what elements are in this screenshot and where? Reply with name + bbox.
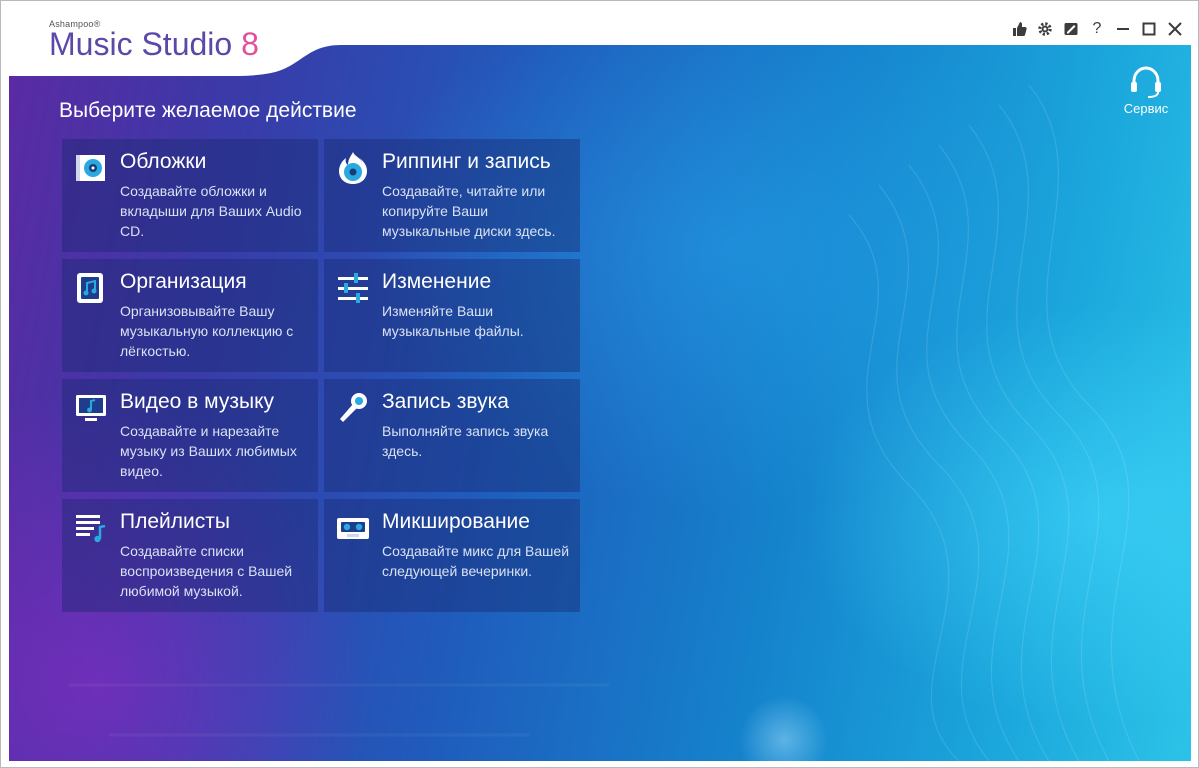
tile-edit[interactable]: Изменение Изменяйте Ваши музыкальные фай… [324,259,580,372]
app-logo: Ashampoo® Music Studio 8 [49,19,259,62]
service-button[interactable]: Сервис [1116,65,1176,116]
tile-title: Микширование [382,510,530,533]
cover-icon [74,151,108,185]
microphone-icon [336,391,370,425]
music-note-icon [74,271,108,305]
tile-title: Видео в музыку [120,390,274,413]
titlebar-controls: ? [1006,17,1188,41]
page-title: Выберите желаемое действие [59,99,357,122]
sliders-icon [336,271,370,305]
tile-mixing[interactable]: Микширование Создавайте микс для Вашей с… [324,499,580,612]
tile-organize[interactable]: Организация Организовывайте Вашу музыкал… [62,259,318,372]
app-window: Ashampoo® Music Studio 8 ? Выберите жела… [0,0,1199,768]
gear-icon[interactable] [1032,17,1058,41]
product-name: Music Studio 8 [49,26,259,62]
tile-description: Создавайте списки воспроизведения с Ваше… [120,543,293,599]
tile-title: Запись звука [382,390,509,413]
cassette-icon [336,511,370,545]
tile-title: Организация [120,270,247,293]
tile-title: Обложки [120,150,207,173]
tile-playlists[interactable]: Плейлисты Создавайте списки воспроизведе… [62,499,318,612]
tile-description: Создавайте обложки и вкладыши для Ваших … [120,183,302,239]
help-label: ? [1092,20,1102,37]
monitor-note-icon [74,391,108,425]
playlist-icon [74,511,108,545]
help-icon[interactable]: ? [1084,17,1110,41]
close-icon[interactable] [1162,17,1188,41]
tile-ripping[interactable]: Риппинг и запись Создавайте, читайте или… [324,139,580,252]
tile-description: Создавайте, читайте или копируйте Ваши м… [382,183,556,239]
tile-covers[interactable]: Обложки Создавайте обложки и вкладыши дл… [62,139,318,252]
tile-record[interactable]: Запись звука Выполняйте запись звука зде… [324,379,580,492]
tile-title: Риппинг и запись [382,150,551,173]
tile-description: Выполняйте запись звука здесь. [382,423,549,459]
product-title: Music Studio [49,26,233,62]
edit-icon[interactable] [1058,17,1084,41]
tile-description: Изменяйте Ваши музыкальные файлы. [382,303,524,339]
tile-title: Изменение [382,270,492,293]
minimize-icon[interactable] [1110,17,1136,41]
tile-description: Организовывайте Вашу музыкальную коллекц… [120,303,294,359]
product-version: 8 [241,26,259,62]
tile-title: Плейлисты [120,510,230,533]
tile-description: Создавайте и нарезайте музыку из Ваших л… [120,423,297,479]
service-label: Сервис [1123,101,1169,116]
headset-icon [1131,66,1161,98]
disc-burn-icon [336,151,370,185]
maximize-icon[interactable] [1136,17,1162,41]
tile-description: Создавайте микс для Вашей следующей вече… [382,543,570,579]
tile-video-to-music[interactable]: Видео в музыку Создавайте и нарезайте му… [62,379,318,492]
thumbs-up-icon[interactable] [1006,17,1032,41]
